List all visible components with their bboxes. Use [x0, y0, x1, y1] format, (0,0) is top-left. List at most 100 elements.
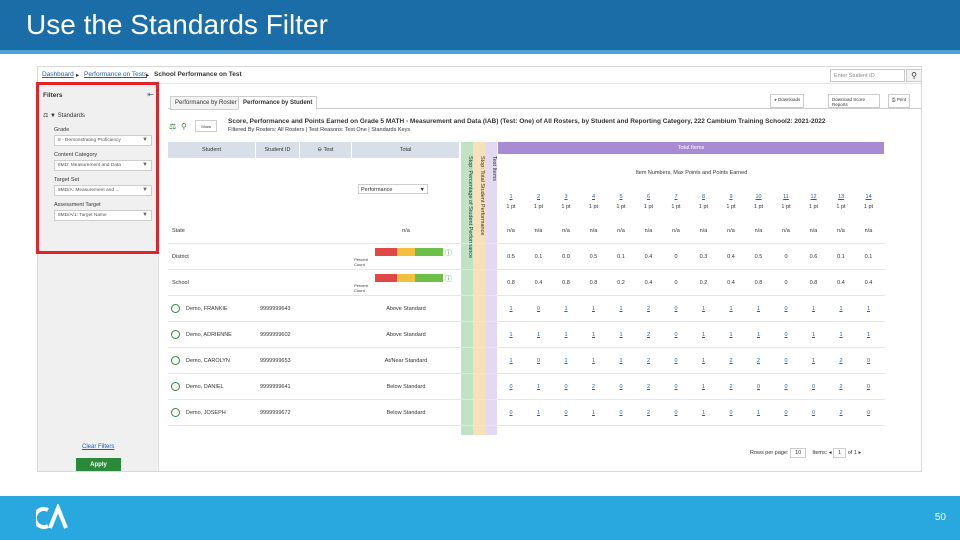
- item-score-link[interactable]: 2: [828, 358, 854, 364]
- item-score-link[interactable]: 1: [498, 332, 524, 338]
- item-score-link[interactable]: 1: [718, 332, 744, 338]
- item-score-link[interactable]: 0: [526, 358, 552, 364]
- item-score-link[interactable]: 1: [746, 332, 772, 338]
- item-score-link[interactable]: 1: [746, 410, 772, 416]
- item-score-link[interactable]: 1: [498, 358, 524, 364]
- item-score-link[interactable]: 0: [856, 384, 882, 390]
- item-score-link[interactable]: 1: [746, 306, 772, 312]
- item-score-link[interactable]: 1: [691, 306, 717, 312]
- item-score-link[interactable]: 1: [553, 306, 579, 312]
- item-score-link[interactable]: 1: [526, 384, 552, 390]
- item-number-link[interactable]: 9: [718, 194, 744, 200]
- item-number-link[interactable]: 7: [663, 194, 689, 200]
- student-name[interactable]: Demo, DANIEL: [186, 384, 224, 390]
- item-score-link[interactable]: 1: [691, 332, 717, 338]
- item-score-link[interactable]: 1: [856, 306, 882, 312]
- item-score-link[interactable]: 0: [498, 410, 524, 416]
- item-score-link[interactable]: 1: [608, 358, 634, 364]
- assessment-target-select[interactable]: 8MD/A/1: Target Name ▼: [54, 210, 152, 221]
- grade-select[interactable]: 8 - Demonstrating Proficiency ▼: [54, 135, 152, 146]
- item-number-link[interactable]: 14: [856, 194, 882, 200]
- magnify-icon[interactable]: [171, 330, 180, 339]
- item-score-link[interactable]: 1: [498, 306, 524, 312]
- student-name[interactable]: Demo, CAROLYN: [186, 358, 230, 364]
- clear-filters-link[interactable]: Clear Filters: [82, 444, 114, 450]
- item-number-link[interactable]: 8: [691, 194, 717, 200]
- item-score-link[interactable]: 1: [801, 358, 827, 364]
- item-score-link[interactable]: 0: [608, 410, 634, 416]
- item-score-link[interactable]: 1: [691, 358, 717, 364]
- item-number-link[interactable]: 2: [526, 194, 552, 200]
- item-score-link[interactable]: 1: [718, 306, 744, 312]
- item-number-link[interactable]: 12: [801, 194, 827, 200]
- item-score-link[interactable]: 1: [526, 410, 552, 416]
- item-score-link[interactable]: 2: [718, 358, 744, 364]
- tab-performance-by-student[interactable]: Performance by Student: [238, 96, 318, 110]
- magnify-icon[interactable]: ⚲: [181, 122, 187, 131]
- item-score-link[interactable]: 1: [553, 332, 579, 338]
- standards-toggle[interactable]: ⚖ ▼ Standards: [43, 112, 85, 119]
- magnify-icon[interactable]: [171, 382, 180, 391]
- student-name[interactable]: Demo, ADRIENNE: [186, 332, 232, 338]
- item-score-link[interactable]: 0: [608, 384, 634, 390]
- item-number-link[interactable]: 1: [498, 194, 524, 200]
- item-number-link[interactable]: 11: [773, 194, 799, 200]
- item-number-link[interactable]: 10: [746, 194, 772, 200]
- magnify-icon[interactable]: [171, 408, 180, 417]
- item-score-link[interactable]: 0: [718, 410, 744, 416]
- student-id-search-input[interactable]: Enter Student ID: [830, 69, 905, 82]
- print-button[interactable]: ⎙ Print: [888, 94, 911, 108]
- page-input[interactable]: 1: [833, 448, 847, 458]
- item-score-link[interactable]: 0: [663, 358, 689, 364]
- rows-per-page-select[interactable]: 10: [790, 448, 807, 458]
- content-category-select[interactable]: 8MD: Measurement and Data ▼: [54, 160, 152, 171]
- item-score-link[interactable]: 2: [828, 410, 854, 416]
- student-column-header[interactable]: Student: [168, 142, 256, 158]
- info-icon[interactable]: ⓘ: [445, 248, 452, 258]
- item-score-link[interactable]: 1: [691, 410, 717, 416]
- student-name[interactable]: Demo, JOSEPH: [186, 410, 226, 416]
- search-icon[interactable]: ⚲: [906, 69, 921, 82]
- item-score-link[interactable]: 0: [498, 384, 524, 390]
- item-score-link[interactable]: 1: [581, 306, 607, 312]
- item-score-link[interactable]: 1: [581, 410, 607, 416]
- download-score-reports-button[interactable]: Download Score Reports: [828, 94, 880, 108]
- item-score-link[interactable]: 0: [856, 410, 882, 416]
- item-score-link[interactable]: 0: [773, 358, 799, 364]
- item-score-link[interactable]: 0: [746, 384, 772, 390]
- scale-icon[interactable]: ⚖: [169, 122, 176, 131]
- total-column-header[interactable]: Total: [352, 142, 460, 158]
- item-score-link[interactable]: 1: [526, 332, 552, 338]
- item-score-link[interactable]: 2: [746, 358, 772, 364]
- item-score-link[interactable]: 0: [773, 410, 799, 416]
- magnify-icon[interactable]: [171, 304, 180, 313]
- item-score-link[interactable]: 0: [663, 306, 689, 312]
- item-score-link[interactable]: 1: [581, 358, 607, 364]
- chevron-right-icon[interactable]: ▸: [858, 450, 861, 456]
- item-score-link[interactable]: 2: [636, 384, 662, 390]
- target-set-select[interactable]: 8MD/A: Measurement and ... ▼: [54, 185, 152, 196]
- downloads-button[interactable]: ◕ Downloads: [770, 94, 805, 108]
- item-score-link[interactable]: 1: [828, 332, 854, 338]
- item-score-link[interactable]: 1: [856, 332, 882, 338]
- item-score-link[interactable]: 0: [663, 384, 689, 390]
- item-score-link[interactable]: 1: [608, 332, 634, 338]
- apply-button[interactable]: Apply: [76, 458, 121, 471]
- info-icon[interactable]: ⓘ: [445, 274, 452, 284]
- item-score-link[interactable]: 1: [581, 332, 607, 338]
- item-score-link[interactable]: 1: [691, 384, 717, 390]
- item-score-link[interactable]: 0: [801, 410, 827, 416]
- item-score-link[interactable]: 0: [773, 306, 799, 312]
- item-score-link[interactable]: 2: [636, 358, 662, 364]
- item-number-link[interactable]: 5: [608, 194, 634, 200]
- item-score-link[interactable]: 2: [828, 384, 854, 390]
- item-score-link[interactable]: 0: [773, 384, 799, 390]
- item-score-link[interactable]: 0: [856, 358, 882, 364]
- item-score-link[interactable]: 0: [553, 384, 579, 390]
- item-score-link[interactable]: 0: [526, 306, 552, 312]
- item-score-link[interactable]: 0: [773, 332, 799, 338]
- show-tools-button[interactable]: Show: [195, 120, 217, 132]
- item-number-link[interactable]: 13: [828, 194, 854, 200]
- item-score-link[interactable]: 0: [663, 332, 689, 338]
- item-score-link[interactable]: 1: [801, 332, 827, 338]
